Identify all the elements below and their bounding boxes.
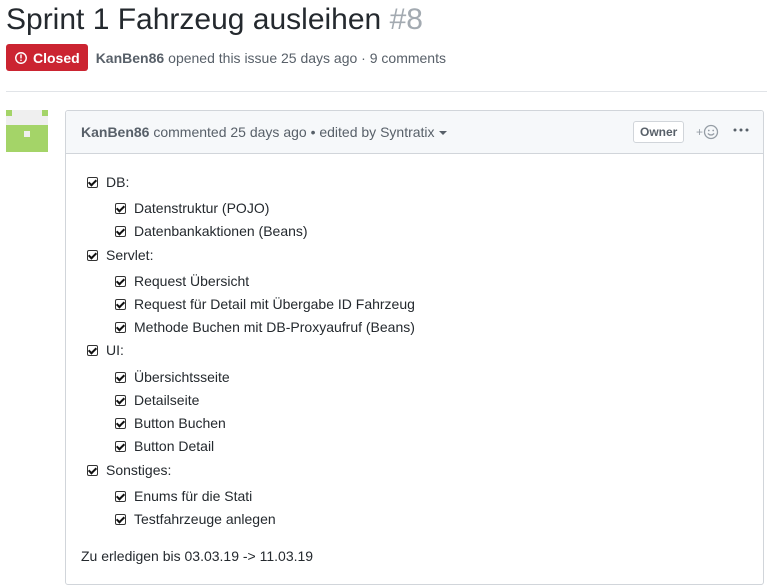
comment-box: KanBen86 commented 25 days ago • edited … bbox=[65, 110, 764, 585]
issue-author-link[interactable]: KanBen86 bbox=[96, 50, 164, 66]
task-label: Datenbankaktionen (Beans) bbox=[134, 223, 308, 239]
task-item: Sonstiges: bbox=[87, 460, 171, 480]
status-badge: Closed bbox=[6, 44, 88, 71]
issue-meta: Closed KanBen86 opened this issue 25 day… bbox=[6, 44, 446, 71]
task-checkbox[interactable] bbox=[87, 249, 98, 261]
task-checkbox[interactable] bbox=[115, 202, 126, 214]
task-checkbox[interactable] bbox=[115, 417, 126, 429]
comment-info: KanBen86 commented 25 days ago • edited … bbox=[81, 124, 447, 140]
task-label: DB: bbox=[106, 174, 130, 190]
task-label: Übersichtsseite bbox=[134, 369, 230, 385]
task-item: Button Buchen bbox=[115, 413, 226, 433]
task-item: Detailseite bbox=[115, 390, 199, 410]
chevron-down-icon[interactable] bbox=[438, 131, 447, 136]
task-item: Enums für die Stati bbox=[115, 486, 252, 506]
task-item: Methode Buchen mit DB-Proxyaufruf (Beans… bbox=[115, 317, 415, 337]
task-label: Testfahrzeuge anlegen bbox=[134, 511, 276, 527]
task-checkbox[interactable] bbox=[115, 225, 126, 237]
task-item: Datenbankaktionen (Beans) bbox=[115, 221, 308, 241]
task-label: Datenstruktur (POJO) bbox=[134, 200, 270, 216]
task-label: Servlet: bbox=[106, 247, 154, 263]
task-item: Button Detail bbox=[115, 436, 214, 456]
task-label: Methode Buchen mit DB-Proxyaufruf (Beans… bbox=[134, 319, 415, 335]
status-badge-label: Closed bbox=[33, 49, 80, 66]
kebab-icon[interactable] bbox=[732, 120, 750, 140]
task-checkbox[interactable] bbox=[87, 344, 98, 356]
owner-badge: Owner bbox=[633, 121, 685, 143]
task-checkbox[interactable] bbox=[87, 176, 98, 188]
smiley-add-icon[interactable]: + bbox=[696, 123, 724, 141]
task-checkbox[interactable] bbox=[87, 464, 98, 476]
svg-text:+: + bbox=[696, 125, 703, 139]
issue-title: Sprint 1 Fahrzeug ausleihen #8 bbox=[6, 0, 423, 40]
task-label: Sonstiges: bbox=[106, 462, 172, 478]
task-checkbox[interactable] bbox=[115, 394, 126, 406]
task-checkbox[interactable] bbox=[115, 321, 126, 333]
comment-author-link[interactable]: KanBen86 bbox=[81, 124, 149, 140]
comment-header: KanBen86 commented 25 days ago • edited … bbox=[66, 111, 763, 154]
divider bbox=[6, 91, 767, 92]
task-checkbox[interactable] bbox=[115, 490, 126, 502]
task-checkbox[interactable] bbox=[115, 513, 126, 525]
task-label: UI: bbox=[106, 342, 124, 358]
task-label: Detailseite bbox=[134, 392, 200, 408]
issue-opened-text: opened this issue 25 days ago · 9 commen… bbox=[168, 49, 446, 66]
task-checkbox[interactable] bbox=[115, 440, 126, 452]
task-item: Servlet: bbox=[87, 245, 153, 265]
task-item: Testfahrzeuge anlegen bbox=[115, 509, 276, 529]
issue-title-text: Sprint 1 Fahrzeug ausleihen bbox=[6, 3, 382, 36]
task-item: Übersichtsseite bbox=[115, 367, 230, 387]
task-item: Datenstruktur (POJO) bbox=[115, 198, 269, 218]
task-label: Request für Detail mit Übergabe ID Fahrz… bbox=[134, 296, 415, 312]
task-item: UI: bbox=[87, 340, 124, 360]
issue-closed-icon bbox=[15, 51, 27, 64]
avatar[interactable] bbox=[6, 110, 48, 152]
task-label: Button Buchen bbox=[134, 415, 226, 431]
task-checkbox[interactable] bbox=[115, 371, 126, 383]
task-item: Request Übersicht bbox=[115, 271, 249, 291]
task-checkbox[interactable] bbox=[115, 298, 126, 310]
comment-header-text[interactable]: commented 25 days ago • edited by Syntra… bbox=[153, 124, 434, 140]
task-checkbox[interactable] bbox=[115, 275, 126, 287]
task-item: DB: bbox=[87, 172, 129, 192]
task-label: Request Übersicht bbox=[134, 273, 250, 289]
task-label: Button Detail bbox=[134, 438, 215, 454]
issue-number: #8 bbox=[389, 3, 423, 36]
task-item: Request für Detail mit Übergabe ID Fahrz… bbox=[115, 294, 415, 314]
task-label: Enums für die Stati bbox=[134, 488, 253, 504]
due-date-text: Zu erledigen bis 03.03.19 -> 11.03.19 bbox=[81, 548, 314, 564]
